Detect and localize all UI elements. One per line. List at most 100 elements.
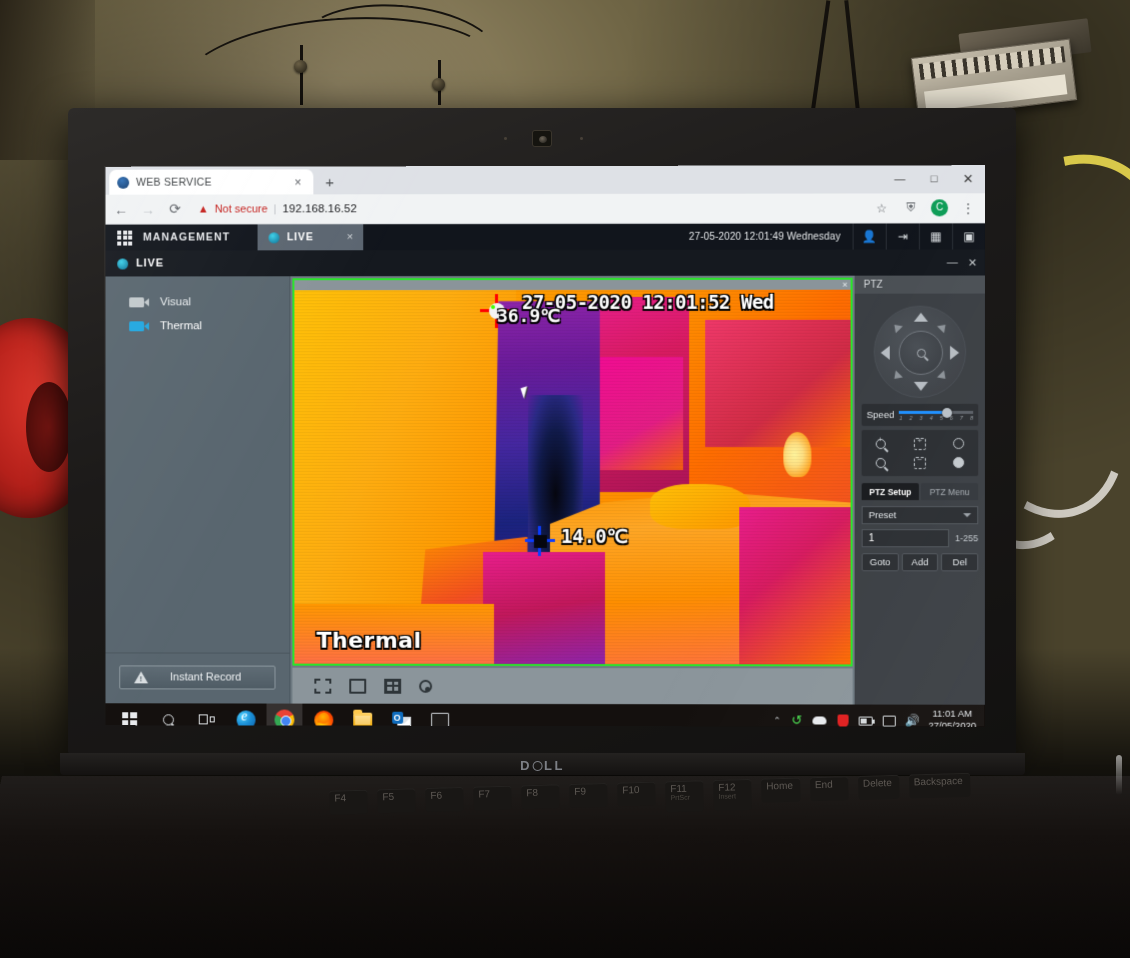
single-window-icon[interactable]: [349, 678, 367, 694]
outlook-button[interactable]: O: [383, 704, 419, 727]
preset-dropdown[interactable]: Preset: [861, 506, 979, 525]
key[interactable]: Backspace: [908, 772, 971, 799]
iris-close-button[interactable]: [939, 453, 978, 472]
tab-close-icon[interactable]: ×: [290, 174, 305, 189]
key[interactable]: Home: [761, 777, 801, 803]
key[interactable]: F7: [473, 785, 512, 811]
display-monitor-icon[interactable]: ▣: [952, 223, 986, 250]
antivirus-shield-icon[interactable]: [836, 714, 850, 727]
ptz-up-icon[interactable]: [913, 312, 928, 322]
ptz-left-icon[interactable]: [880, 345, 890, 360]
ptz-up-left-icon[interactable]: [890, 321, 903, 334]
key[interactable]: F8: [521, 784, 560, 810]
preset-number-input[interactable]: 1: [861, 529, 950, 548]
apps-grid-icon[interactable]: [117, 230, 133, 246]
management-tab[interactable]: MANAGEMENT: [143, 231, 230, 243]
taskbar-clock[interactable]: 11:01 AM 27/05/2020: [928, 709, 976, 727]
instant-record-button[interactable]: Instant Record: [119, 665, 276, 690]
address-bar[interactable]: ▲ Not secure | 192.168.16.52: [194, 197, 862, 220]
four-split-window-icon[interactable]: [384, 678, 402, 694]
video-area: × 27-05-2020 12:01:52 Wed 36.9℃ 14.0℃ Th…: [290, 275, 855, 705]
key[interactable]: F4: [329, 789, 368, 815]
sidebar-item-thermal[interactable]: Thermal: [105, 314, 289, 338]
cloud-icon[interactable]: [812, 713, 827, 726]
tab-ptz-menu[interactable]: PTZ Menu: [920, 483, 979, 501]
ptz-down-right-icon[interactable]: [936, 370, 950, 383]
live-tab[interactable]: LIVE ×: [257, 224, 364, 251]
camera-icon: [129, 321, 145, 332]
back-button[interactable]: ←: [113, 201, 129, 217]
tick: 4: [929, 415, 933, 422]
ptz-right-icon[interactable]: [950, 345, 960, 360]
key[interactable]: F9: [569, 782, 608, 808]
maximize-button[interactable]: □: [917, 165, 951, 193]
key[interactable]: F11 PrtScr: [665, 780, 704, 813]
tab-title: WEB SERVICE: [136, 176, 212, 189]
key[interactable]: F5: [377, 788, 416, 814]
sidebar-item-visual[interactable]: Visual: [105, 290, 289, 314]
close-button[interactable]: ✕: [951, 165, 985, 193]
edge-button[interactable]: [228, 703, 264, 727]
fullscreen-icon[interactable]: [314, 678, 332, 694]
logout-icon[interactable]: ⇥: [885, 223, 919, 250]
window-button[interactable]: [422, 704, 458, 727]
firefox-button[interactable]: [305, 704, 341, 727]
focus-out-button[interactable]: [900, 453, 939, 472]
sync-icon[interactable]: ↺: [790, 712, 804, 726]
forward-button[interactable]: →: [140, 201, 156, 217]
speed-slider[interactable]: 1 2 3 4 5 6 7 8: [899, 407, 974, 423]
thermal-region-cabinet-inner: [599, 357, 684, 470]
key[interactable]: End: [809, 776, 849, 802]
preset-goto-button[interactable]: Goto: [861, 553, 899, 572]
thermal-video-feed[interactable]: 27-05-2020 12:01:52 Wed 36.9℃ 14.0℃ Ther…: [294, 289, 851, 665]
system-datetime: 27-05-2020 12:01:49 Wednesday: [688, 231, 841, 243]
task-view-button[interactable]: [189, 703, 225, 726]
bookmark-star-icon[interactable]: ☆: [873, 201, 891, 215]
video-tile-close-icon[interactable]: ×: [842, 280, 850, 290]
ptz-up-right-icon[interactable]: [936, 321, 950, 334]
preset-add-button[interactable]: Add: [901, 553, 939, 572]
ptz-tabs: PTZ Setup PTZ Menu: [861, 483, 979, 501]
preset-del-button[interactable]: Del: [941, 553, 979, 572]
key[interactable]: F12 Insert: [713, 778, 752, 811]
live-tab-close-icon[interactable]: ×: [347, 231, 353, 243]
image-settings-icon[interactable]: [419, 679, 433, 693]
search-button[interactable]: [150, 703, 186, 726]
minimize-button[interactable]: —: [883, 165, 917, 193]
file-explorer-button[interactable]: [344, 704, 380, 727]
key[interactable]: F6: [425, 786, 464, 813]
zoom-in-button[interactable]: [862, 434, 901, 453]
extension-icon[interactable]: ⛨: [902, 200, 920, 215]
video-tile[interactable]: × 27-05-2020 12:01:52 Wed 36.9℃ 14.0℃ Th…: [292, 277, 853, 667]
tab-ptz-setup[interactable]: PTZ Setup: [861, 483, 919, 501]
focus-in-button[interactable]: [900, 434, 939, 453]
key[interactable]: F10: [617, 781, 656, 807]
iris-open-button[interactable]: [939, 434, 978, 453]
zoom-out-button[interactable]: [862, 453, 901, 472]
folder-icon: [352, 712, 372, 727]
calculator-icon[interactable]: ▦: [918, 223, 953, 250]
start-button[interactable]: [111, 703, 147, 727]
window-icon: [431, 712, 450, 727]
sidebar-divider: [105, 652, 290, 654]
new-tab-button[interactable]: +: [322, 174, 337, 191]
browser-menu-icon[interactable]: ⋮: [959, 201, 977, 215]
live-close-button[interactable]: ✕: [968, 256, 977, 269]
battery-icon[interactable]: [859, 714, 874, 727]
network-icon[interactable]: [882, 714, 896, 727]
volume-icon[interactable]: 🔊: [905, 714, 920, 727]
ptz-down-left-icon[interactable]: [890, 370, 903, 383]
show-hidden-icons-icon[interactable]: ⌃: [773, 715, 781, 726]
live-minimize-button[interactable]: —: [947, 256, 958, 269]
profile-avatar[interactable]: C: [930, 199, 949, 217]
tick: 1: [899, 415, 903, 422]
ptz-down-icon[interactable]: [913, 381, 928, 391]
user-account-icon[interactable]: 👤: [852, 223, 886, 250]
browser-tab[interactable]: WEB SERVICE ×: [109, 169, 314, 195]
key[interactable]: Delete: [857, 774, 900, 800]
ptz-direction-pad[interactable]: [873, 305, 967, 398]
chrome-button[interactable]: [266, 703, 303, 727]
reload-button[interactable]: ⟳: [167, 201, 183, 218]
ptz-center-button[interactable]: [898, 330, 944, 375]
